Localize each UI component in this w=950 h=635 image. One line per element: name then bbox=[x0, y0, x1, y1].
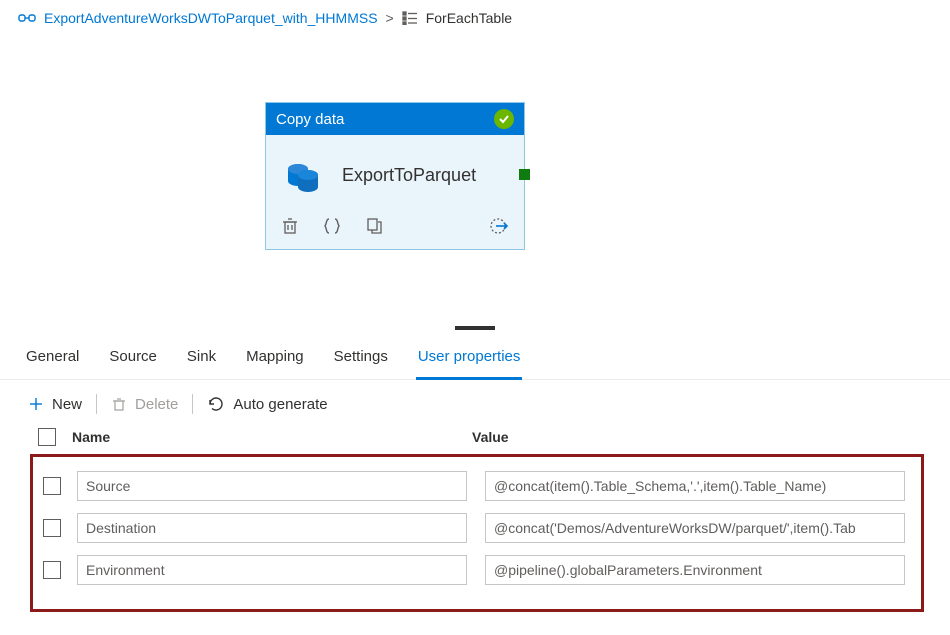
status-success-icon bbox=[494, 109, 514, 129]
column-header-name: Name bbox=[72, 429, 472, 445]
property-name-input[interactable] bbox=[77, 471, 467, 501]
output-connector[interactable] bbox=[519, 169, 530, 180]
auto-generate-button[interactable]: Auto generate bbox=[207, 395, 327, 413]
property-name-input[interactable] bbox=[77, 555, 467, 585]
activity-name: ExportToParquet bbox=[342, 165, 476, 186]
table-row bbox=[43, 555, 905, 585]
refresh-icon bbox=[207, 395, 225, 413]
column-header-value: Value bbox=[472, 429, 924, 445]
new-button-label: New bbox=[52, 396, 82, 413]
user-props-toolbar: New Delete Auto generate bbox=[0, 380, 950, 424]
tab-user-properties[interactable]: User properties bbox=[416, 336, 523, 380]
property-value-input[interactable] bbox=[485, 513, 905, 543]
new-button[interactable]: New bbox=[28, 396, 82, 413]
breadcrumb-current: ForEachTable bbox=[426, 10, 512, 26]
property-name-input[interactable] bbox=[77, 513, 467, 543]
highlighted-rows bbox=[30, 454, 924, 612]
copy-data-activity[interactable]: Copy data ExportToParquet bbox=[265, 102, 525, 250]
property-value-input[interactable] bbox=[485, 471, 905, 501]
activity-toolbar bbox=[266, 209, 524, 249]
property-value-input[interactable] bbox=[485, 555, 905, 585]
row-checkbox[interactable] bbox=[43, 561, 61, 579]
copy-data-icon bbox=[284, 155, 324, 195]
launch-icon[interactable] bbox=[488, 215, 510, 237]
table-row bbox=[43, 513, 905, 543]
activity-header: Copy data bbox=[266, 103, 524, 135]
tab-mapping[interactable]: Mapping bbox=[244, 336, 306, 379]
delete-icon[interactable] bbox=[280, 216, 300, 236]
tab-source[interactable]: Source bbox=[107, 336, 159, 379]
row-checkbox[interactable] bbox=[43, 519, 61, 537]
trash-icon bbox=[111, 396, 127, 412]
code-braces-icon[interactable] bbox=[322, 216, 342, 236]
toolbar-separator bbox=[96, 394, 97, 414]
properties-tabs: General Source Sink Mapping Settings Use… bbox=[0, 336, 950, 380]
clone-icon[interactable] bbox=[364, 216, 384, 236]
user-props-table: Name Value bbox=[0, 424, 950, 612]
pipeline-icon bbox=[18, 11, 36, 25]
delete-button: Delete bbox=[111, 396, 178, 413]
tab-sink[interactable]: Sink bbox=[185, 336, 218, 379]
delete-button-label: Delete bbox=[135, 396, 178, 413]
plus-icon bbox=[28, 396, 44, 412]
table-header: Name Value bbox=[30, 424, 924, 452]
auto-generate-label: Auto generate bbox=[233, 396, 327, 413]
table-row bbox=[43, 471, 905, 501]
breadcrumb: ExportAdventureWorksDWToParquet_with_HHM… bbox=[0, 0, 950, 30]
foreach-icon bbox=[402, 11, 418, 25]
activity-body: ExportToParquet bbox=[266, 135, 524, 209]
tab-general[interactable]: General bbox=[24, 336, 81, 379]
row-checkbox[interactable] bbox=[43, 477, 61, 495]
panel-resize-grip[interactable] bbox=[455, 326, 495, 330]
tab-settings[interactable]: Settings bbox=[332, 336, 390, 379]
toolbar-separator bbox=[192, 394, 193, 414]
pipeline-canvas[interactable]: Copy data ExportToParquet bbox=[0, 30, 950, 330]
activity-type-label: Copy data bbox=[276, 111, 344, 128]
breadcrumb-parent[interactable]: ExportAdventureWorksDWToParquet_with_HHM… bbox=[44, 10, 378, 26]
breadcrumb-separator: > bbox=[386, 10, 394, 26]
select-all-checkbox[interactable] bbox=[38, 428, 56, 446]
